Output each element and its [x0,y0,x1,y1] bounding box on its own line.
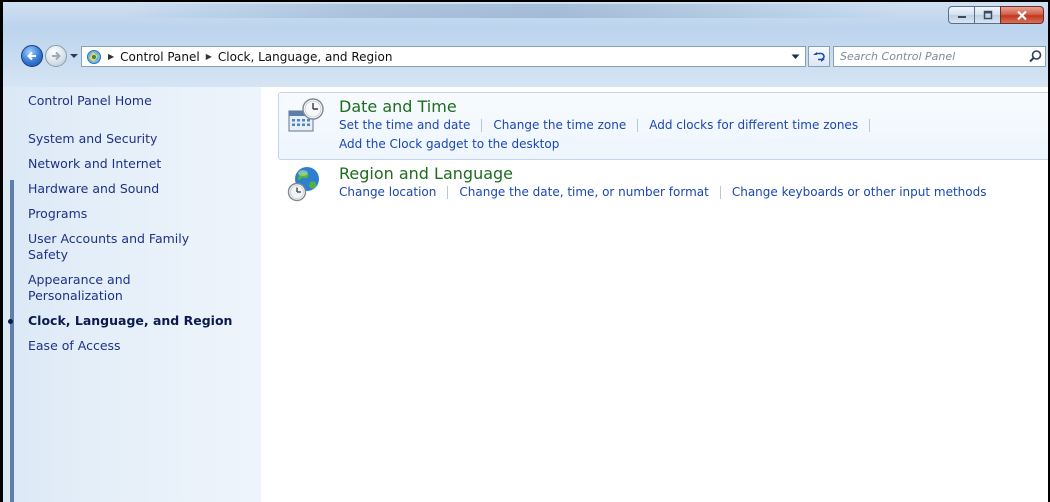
maximize-icon [983,10,992,20]
minimize-button[interactable] [948,6,974,24]
close-button[interactable] [1000,6,1044,24]
date-time-task-row-2: Add the Clock gadget to the desktop [339,137,559,151]
address-dropdown-button[interactable] [785,47,805,66]
breadcrumb-control-panel[interactable]: Control Panel [120,50,200,64]
breadcrumb-separator-icon: ▶ [205,52,212,61]
nav-network-and-internet[interactable]: Network and Internet [28,156,256,172]
window-controls [948,6,1044,24]
region-language-task-row-1: Change location Change the date, time, o… [339,185,986,199]
globe-clock-icon [287,167,319,202]
nav-user-accounts-family-safety[interactable]: User Accounts and Family Safety [28,231,256,263]
task-change-keyboards[interactable]: Change keyboards or other input methods [732,185,987,199]
refresh-icon [813,51,825,62]
recent-pages-dropdown[interactable] [69,52,79,60]
clock-calendar-icon [288,98,324,132]
task-change-date-time-number-format[interactable]: Change the date, time, or number format [459,185,708,199]
window-frame [3,2,1048,87]
task-add-clock-gadget[interactable]: Add the Clock gadget to the desktop [339,137,559,151]
title-bar-glass [123,4,903,18]
forward-button[interactable] [45,45,67,67]
chevron-down-icon [791,54,799,59]
task-change-time-zone[interactable]: Change the time zone [493,118,626,132]
close-icon [1017,10,1027,20]
nav-hardware-and-sound[interactable]: Hardware and Sound [28,181,256,197]
search-box [833,46,1046,67]
search-input[interactable] [840,48,1020,65]
nav-ease-of-access[interactable]: Ease of Access [28,338,256,354]
nav-control-panel-home[interactable]: Control Panel Home [28,93,256,109]
screenshot-border-top [0,0,1050,2]
category-date-and-time[interactable]: Date and Time [339,97,457,116]
control-panel-icon [87,50,101,64]
breadcrumb-separator-icon: ▶ [108,52,115,61]
left-navigation: Control Panel Home System and Security N… [8,93,256,363]
task-divider [869,118,871,132]
screenshot-border-left [0,0,3,502]
nav-programs[interactable]: Programs [28,206,256,222]
search-icon[interactable] [1028,49,1043,64]
task-divider [447,185,449,199]
task-change-location[interactable]: Change location [339,185,436,199]
nav-system-and-security[interactable]: System and Security [28,131,256,147]
date-time-task-row-1: Set the time and date Change the time zo… [339,118,881,132]
address-bar[interactable]: ▶ Control Panel ▶ Clock, Language, and R… [81,46,806,67]
task-divider [481,118,483,132]
arrow-left-icon [27,51,36,61]
minimize-icon [957,16,966,18]
nav-appearance-personalization[interactable]: Appearance and Personalization [28,272,256,304]
nav-clock-language-region: Clock, Language, and Region [8,313,256,329]
back-button[interactable] [21,45,43,67]
refresh-button[interactable] [808,46,830,67]
pane-edge [10,180,14,502]
breadcrumb-clock-language-region[interactable]: Clock, Language, and Region [218,50,393,64]
task-divider [637,118,639,132]
category-region-and-language[interactable]: Region and Language [339,164,513,183]
maximize-button[interactable] [974,6,1000,24]
task-set-time-and-date[interactable]: Set the time and date [339,118,470,132]
task-divider [719,185,721,199]
task-add-clocks[interactable]: Add clocks for different time zones [649,118,858,132]
arrow-right-icon [52,51,61,61]
